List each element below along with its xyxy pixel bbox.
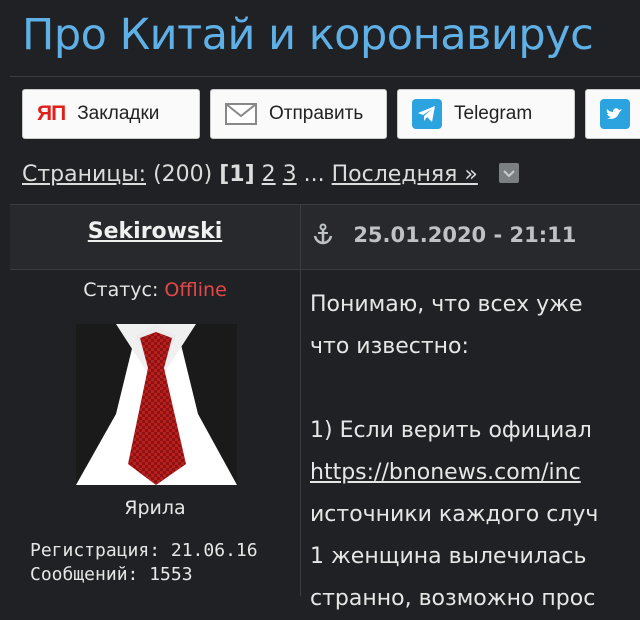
post-content: Понимаю, что всех уже что известно: 1) Е… <box>310 284 640 620</box>
post-line: что известно: <box>310 334 469 359</box>
title-divider <box>10 76 640 77</box>
anchor-icon[interactable] <box>312 223 341 247</box>
telegram-icon <box>412 99 442 129</box>
user-nickname: Ярила <box>124 497 186 519</box>
last-page-link[interactable]: Последняя » <box>332 162 478 187</box>
twitter-button[interactable] <box>585 89 640 139</box>
pages-total: (200) <box>153 162 213 187</box>
pagination: Страницы: (200) [1] 2 3 ... Последняя » <box>22 162 519 187</box>
user-status: Статус: Offline <box>10 279 300 301</box>
page-title: Про Китай и коронавирус <box>22 10 594 60</box>
telegram-label: Telegram <box>454 103 533 124</box>
telegram-button[interactable]: Telegram <box>397 89 575 139</box>
pages-ellipsis: ... <box>303 162 325 187</box>
post-line: Понимаю, что всех уже <box>310 292 583 317</box>
send-label: Отправить <box>269 103 364 124</box>
pages-label-link[interactable]: Страницы: <box>22 162 146 187</box>
status-label: Статус: <box>83 279 159 301</box>
post-line: странно, возможно прос <box>310 586 596 611</box>
twitter-icon <box>600 99 630 129</box>
avatar[interactable] <box>76 324 237 485</box>
envelope-icon <box>225 103 257 125</box>
post-date: 25.01.2020 - 21:11 <box>312 223 576 247</box>
post-line: источники каждого случ <box>310 502 599 527</box>
yap-logo-icon: ЯП <box>37 102 66 125</box>
user-meta: Регистрация: 21.06.16 Сообщений: 1553 <box>30 539 258 587</box>
post-link[interactable]: https://bnonews.com/inc <box>310 460 581 485</box>
checkbox-icon[interactable] <box>498 163 519 183</box>
current-page: [1] <box>219 162 255 187</box>
status-value: Offline <box>164 279 227 301</box>
bookmarks-label: Закладки <box>77 103 160 124</box>
post-date-text: 25.01.2020 - 21:11 <box>353 223 577 247</box>
column-divider <box>300 204 301 596</box>
message-count: Сообщений: 1553 <box>30 564 193 585</box>
post-line: 1) Если верить официал <box>310 418 592 443</box>
post-line: 1 женщина вылечилась <box>310 544 587 569</box>
page-link-3[interactable]: 3 <box>283 162 297 187</box>
bookmarks-button[interactable]: ЯП Закладки <box>22 89 200 139</box>
send-button[interactable]: Отправить <box>210 89 387 139</box>
registration-date: Регистрация: 21.06.16 <box>30 540 258 561</box>
page-link-2[interactable]: 2 <box>262 162 276 187</box>
post-author-link[interactable]: Sekirowski <box>10 219 300 244</box>
